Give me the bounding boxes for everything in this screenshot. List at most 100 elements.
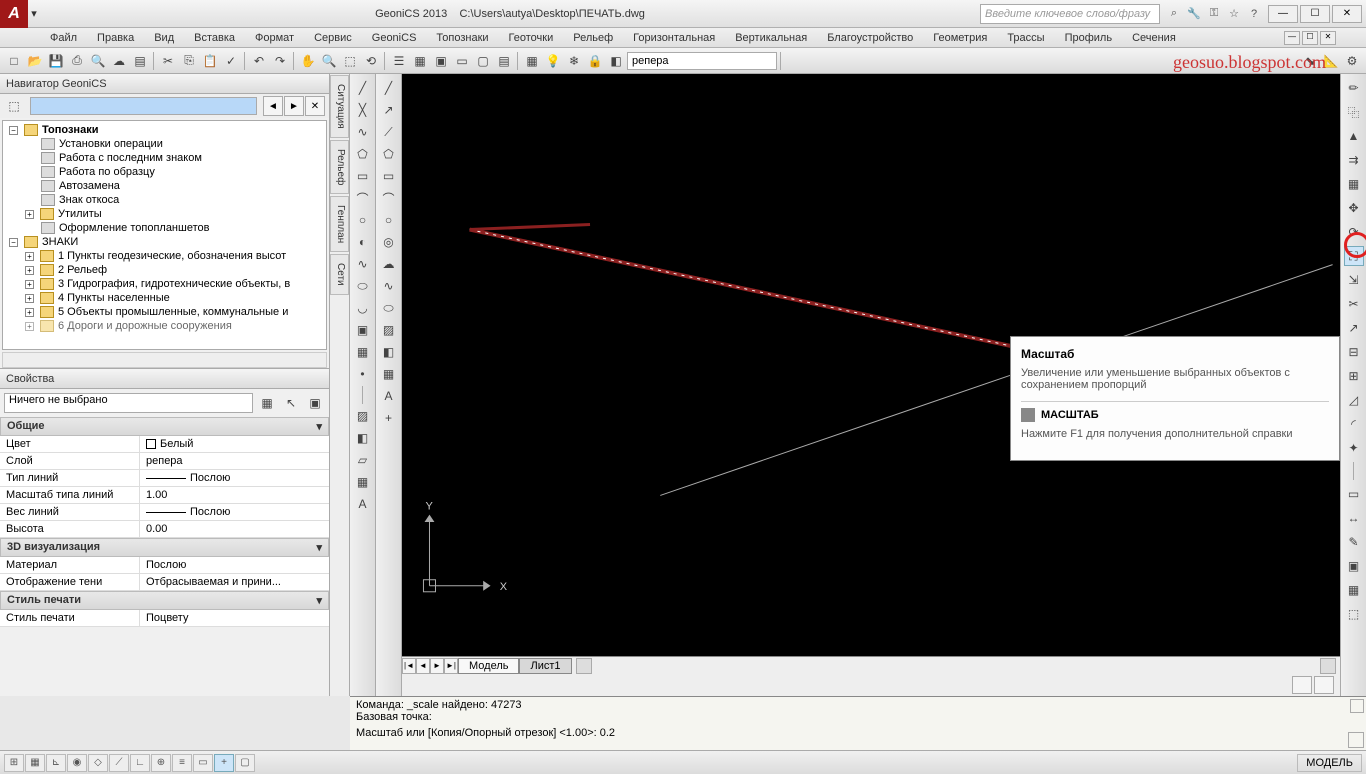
line-icon[interactable]: ╱ — [353, 78, 373, 98]
layer-color-button[interactable]: ◧ — [606, 51, 626, 71]
copy-button[interactable]: ⎘ — [179, 51, 199, 71]
doc-restore-button[interactable]: ☐ — [1302, 31, 1318, 45]
tree-item[interactable]: +1 Пункты геодезические, обозначения выс… — [5, 249, 324, 263]
tree-root[interactable]: −Топознаки — [5, 123, 324, 137]
pickadd-button[interactable]: ↖ — [281, 393, 301, 413]
gradient-icon[interactable]: ◧ — [353, 428, 373, 448]
help-search-input[interactable]: Введите ключевое слово/фразу — [980, 4, 1160, 24]
prop-lineweight[interactable]: Вес линийПослою — [0, 504, 329, 521]
offset-icon[interactable]: ⇉ — [1344, 150, 1364, 170]
vtab-relief[interactable]: Рельеф — [330, 140, 349, 194]
join-icon[interactable]: ⊞ — [1344, 366, 1364, 386]
tree-item[interactable]: +Утилиты — [5, 207, 324, 221]
menu-view[interactable]: Вид — [144, 32, 184, 44]
print-button[interactable]: ⎙ — [67, 51, 87, 71]
designcenter-button[interactable]: ▦ — [410, 51, 430, 71]
line2-icon[interactable]: ╱ — [379, 78, 399, 98]
layer-combo[interactable]: репера — [627, 52, 777, 70]
tree-hscroll[interactable] — [2, 352, 327, 368]
redo-button[interactable]: ↷ — [270, 51, 290, 71]
t2-icon[interactable]: ▦ — [379, 364, 399, 384]
vtab-networks[interactable]: Сети — [330, 254, 349, 295]
ellipse-icon[interactable]: ⬭ — [353, 276, 373, 296]
prop-layer[interactable]: Слойрепера — [0, 453, 329, 470]
xline-icon[interactable]: ╳ — [353, 100, 373, 120]
prop-color[interactable]: ЦветБелый — [0, 436, 329, 453]
tab-first-button[interactable]: |◄ — [402, 658, 416, 674]
calc-button[interactable]: ▤ — [494, 51, 514, 71]
dyn-button[interactable]: ⊕ — [151, 754, 171, 772]
tree-item[interactable]: Работа с последним знаком — [5, 151, 324, 165]
fillet-icon[interactable]: ◜ — [1344, 414, 1364, 434]
tree-znaki[interactable]: −ЗНАКИ — [5, 235, 324, 249]
tree-item[interactable]: Знак откоса — [5, 193, 324, 207]
tab-last-button[interactable]: ►| — [444, 658, 458, 674]
polygon-icon[interactable]: ⬠ — [353, 144, 373, 164]
mod2-icon[interactable]: ▦ — [1344, 580, 1364, 600]
menu-relief[interactable]: Рельеф — [563, 32, 623, 44]
layer-props-button[interactable]: ▦ — [522, 51, 542, 71]
array-icon[interactable]: ▦ — [1344, 174, 1364, 194]
publish-button[interactable]: ☁ — [109, 51, 129, 71]
section-general[interactable]: Общие▾ — [0, 417, 329, 436]
break-icon[interactable]: ⊟ — [1344, 342, 1364, 362]
donut-icon[interactable]: ◎ — [379, 232, 399, 252]
menu-insert[interactable]: Вставка — [184, 32, 245, 44]
zoom-realtime-button[interactable]: 🔍 — [319, 51, 339, 71]
undo-button[interactable]: ↶ — [249, 51, 269, 71]
insert-icon[interactable]: ▣ — [353, 320, 373, 340]
menu-toposigns[interactable]: Топознаки — [426, 32, 498, 44]
help-icon[interactable]: ? — [1246, 6, 1262, 22]
extend-icon[interactable]: ↗ — [1344, 318, 1364, 338]
spline-icon[interactable]: ∿ — [353, 254, 373, 274]
prop-material[interactable]: МатериалПослою — [0, 557, 329, 574]
menu-sections[interactable]: Сечения — [1122, 32, 1186, 44]
zoom-window-button[interactable]: ⬚ — [340, 51, 360, 71]
cut-button[interactable]: ✂ — [158, 51, 178, 71]
circle-icon[interactable]: ○ — [353, 210, 373, 230]
match-button[interactable]: ✓ — [221, 51, 241, 71]
nav-close-button[interactable]: ✕ — [305, 96, 325, 116]
layer-on-button[interactable]: 💡 — [543, 51, 563, 71]
prop-height[interactable]: Высота0.00 — [0, 521, 329, 538]
paste-button[interactable]: 📋 — [200, 51, 220, 71]
menu-traces[interactable]: Трассы — [997, 32, 1054, 44]
vtab-genplan[interactable]: Генплан — [330, 196, 349, 252]
explode-icon[interactable]: ✦ — [1344, 438, 1364, 458]
tab-next-button[interactable]: ► — [430, 658, 444, 674]
prop-linetype[interactable]: Тип линийПослою — [0, 470, 329, 487]
rect2-icon[interactable]: ▭ — [379, 166, 399, 186]
maximize-button[interactable]: ☐ — [1300, 5, 1330, 23]
open-button[interactable]: 📂 — [25, 51, 45, 71]
navigator-tree[interactable]: −Топознаки Установки операции Работа с п… — [2, 120, 327, 350]
polar-button[interactable]: ◉ — [67, 754, 87, 772]
align-icon[interactable]: ▭ — [1344, 484, 1364, 504]
wrench-icon[interactable]: 🔧 — [1186, 6, 1202, 22]
tree-item[interactable]: +2 Рельеф — [5, 263, 324, 277]
block-icon[interactable]: ▦ — [353, 342, 373, 362]
app-menu-dropdown[interactable]: ▾ — [28, 7, 40, 20]
region-icon[interactable]: ▱ — [353, 450, 373, 470]
close-button[interactable]: ✕ — [1332, 5, 1362, 23]
h2-icon[interactable]: ▨ — [379, 320, 399, 340]
doc-close-button[interactable]: ✕ — [1320, 31, 1336, 45]
arc-icon[interactable]: ⌒ — [353, 188, 373, 208]
tree-item[interactable]: Работа по образцу — [5, 165, 324, 179]
add-icon[interactable]: + — [379, 408, 399, 428]
otrack-button[interactable]: ⟋ — [109, 754, 129, 772]
quickselect-button[interactable]: ▦ — [257, 393, 277, 413]
nav-tool-button[interactable] — [1292, 676, 1312, 694]
vtab-situation[interactable]: Ситуация — [330, 75, 349, 138]
point-icon[interactable]: • — [353, 364, 373, 384]
tab-sheet1[interactable]: Лист1 — [519, 658, 571, 674]
sheet-button[interactable]: ▭ — [452, 51, 472, 71]
cmd-scroll-up[interactable] — [1350, 699, 1364, 713]
menu-geometry[interactable]: Геометрия — [923, 32, 997, 44]
ell2-icon[interactable]: ⬭ — [379, 298, 399, 318]
nav-home-button[interactable]: ⬚ — [4, 96, 24, 116]
osnap-button[interactable]: ◇ — [88, 754, 108, 772]
star-icon[interactable]: ☆ — [1226, 6, 1242, 22]
stretch-icon[interactable]: ⇲ — [1344, 270, 1364, 290]
trim-icon[interactable]: ✂ — [1344, 294, 1364, 314]
lwt-button[interactable]: ≡ — [172, 754, 192, 772]
